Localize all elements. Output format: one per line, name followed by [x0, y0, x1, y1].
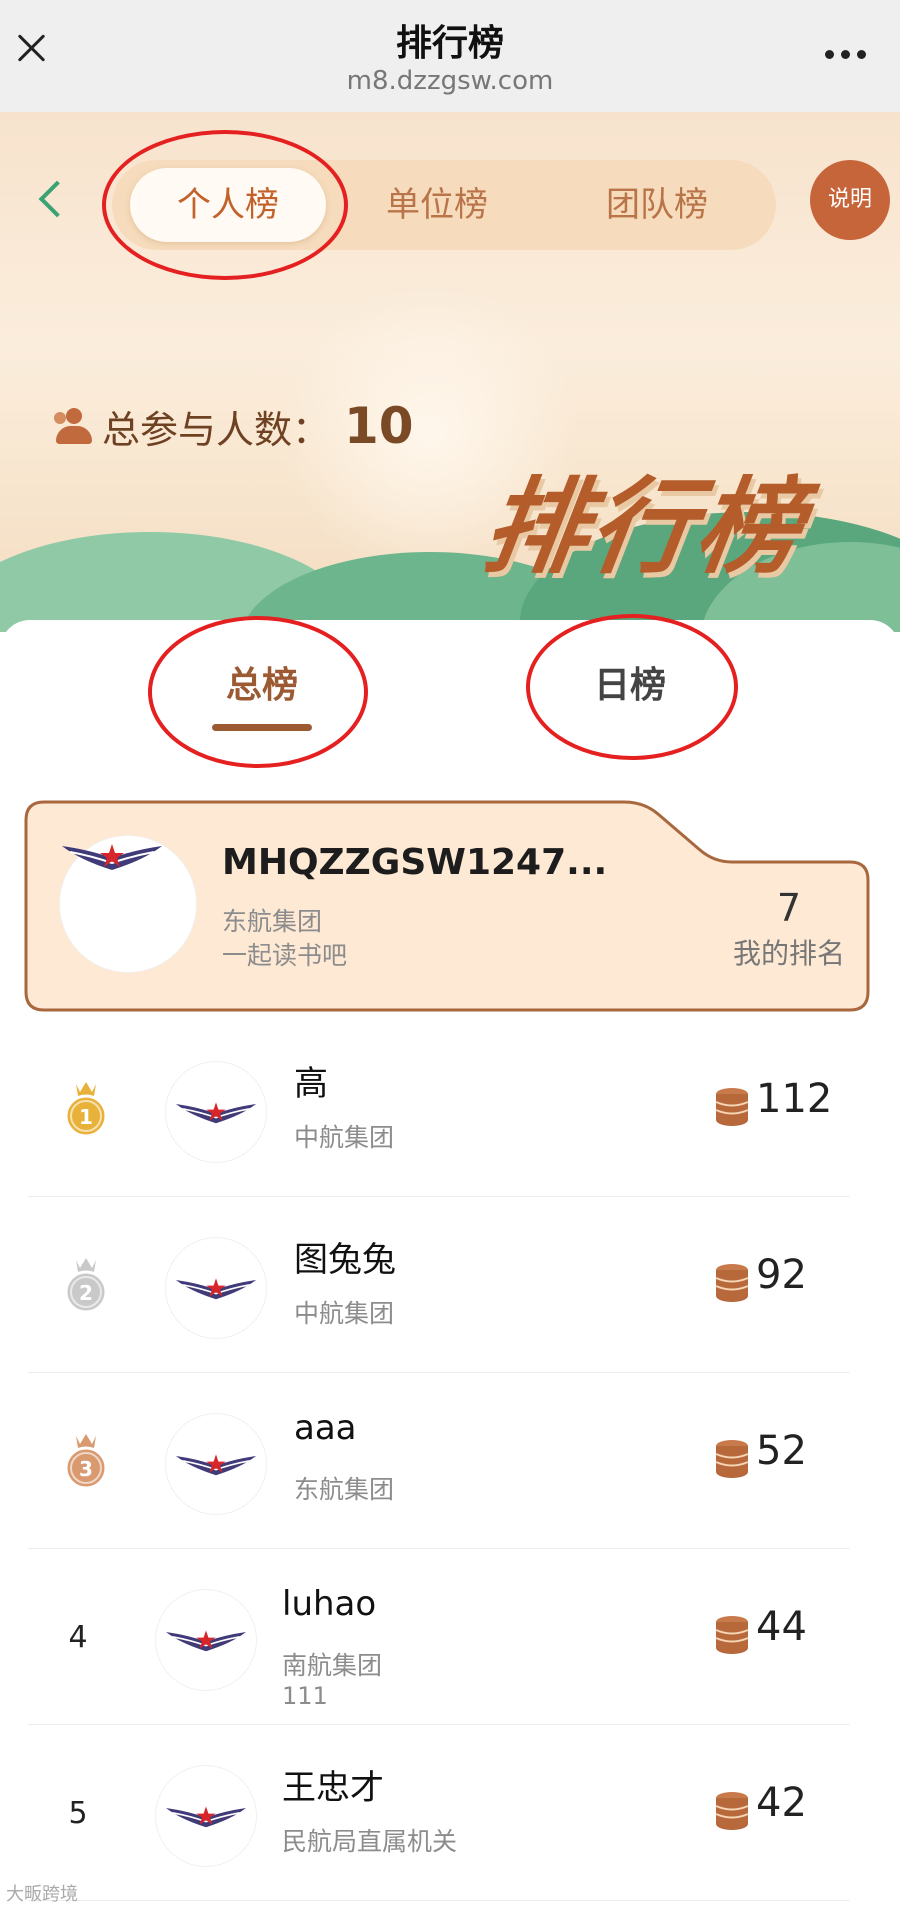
- silver-medal-icon: 2: [64, 1258, 108, 1314]
- airline-wings-logo: [62, 844, 162, 870]
- user-org: 东航集团: [294, 1475, 395, 1504]
- user-name: aaa: [294, 1408, 357, 1448]
- avatar: [156, 1766, 256, 1866]
- user-name: 高: [294, 1064, 328, 1104]
- table-row[interactable]: 5 王忠才民航局直属机关 42: [28, 1724, 850, 1901]
- user-org: 民航局直属机关: [282, 1827, 458, 1856]
- page-url: m8.dzzgsw.com: [346, 66, 554, 96]
- segment-unit[interactable]: 单位榜: [342, 168, 532, 242]
- svg-text:2: 2: [79, 1281, 93, 1305]
- leaderboard-panel: 总榜 日榜 MHQZZGSW1247... 东航集团 一起读书吧 7 我的排名 …: [0, 614, 900, 1912]
- user-name: 图兔兔: [294, 1240, 396, 1280]
- my-motto: 一起读书吧: [222, 941, 348, 970]
- score: 42: [756, 1780, 807, 1826]
- table-row[interactable]: 3 aaa 东航集团 52: [28, 1372, 850, 1549]
- people-icon: [52, 406, 92, 446]
- bronze-medal-icon: 3: [64, 1434, 108, 1490]
- user-org: 中航集团: [294, 1299, 395, 1328]
- annotation-circle-daily: [526, 614, 738, 760]
- svg-text:1: 1: [79, 1105, 93, 1129]
- gold-medal-icon: 1: [64, 1082, 108, 1138]
- rank-number: 4: [68, 1620, 88, 1655]
- score: 44: [756, 1604, 807, 1650]
- banner-title: 排行榜: [476, 466, 812, 588]
- airline-wings-logo: [166, 1806, 246, 1828]
- annotation-circle-personal: [102, 130, 348, 280]
- table-row[interactable]: 2 图兔兔中航集团 92: [28, 1196, 850, 1373]
- my-rank-card: MHQZZGSW1247... 东航集团 一起读书吧 7 我的排名: [24, 800, 870, 1012]
- more-icon[interactable]: [825, 50, 866, 59]
- my-rank-label: 我的排名: [732, 937, 845, 970]
- avatar: [166, 1414, 266, 1514]
- coin-stack-icon: [715, 1616, 749, 1654]
- avatar: [156, 1590, 256, 1690]
- annotation-circle-overall: [148, 616, 368, 768]
- user-extra: 111: [282, 1682, 328, 1710]
- user-name: 王忠才: [282, 1768, 384, 1808]
- coin-stack-icon: [715, 1088, 749, 1126]
- table-row[interactable]: 1 高中航集团 112: [28, 1020, 850, 1197]
- page-title: 排行榜: [395, 23, 504, 64]
- my-avatar: [60, 836, 196, 972]
- airline-wings-logo: [176, 1102, 256, 1124]
- user-org: 中航集团: [294, 1123, 395, 1152]
- score: 92: [756, 1252, 807, 1298]
- score: 112: [756, 1076, 833, 1122]
- my-name: MHQZZGSW1247...: [222, 842, 608, 883]
- participants-number: 10: [344, 397, 414, 455]
- my-rank-value: 7: [776, 886, 802, 930]
- score: 52: [756, 1428, 807, 1474]
- avatar: [166, 1062, 266, 1162]
- airline-wings-logo: [166, 1630, 246, 1652]
- coin-stack-icon: [715, 1792, 749, 1830]
- user-org: 南航集团: [282, 1651, 383, 1680]
- coin-stack-icon: [715, 1440, 749, 1478]
- user-name: luhao: [282, 1584, 377, 1624]
- watermark: 大畈跨境: [6, 1884, 78, 1905]
- participants-label: 总参与人数：: [102, 407, 331, 452]
- rank-number: 5: [68, 1796, 88, 1831]
- browser-top-bar: 排行榜 m8.dzzgsw.com: [0, 0, 900, 112]
- back-chevron-icon[interactable]: [38, 180, 76, 218]
- avatar: [166, 1238, 266, 1338]
- help-button[interactable]: 说明: [810, 160, 890, 240]
- airline-wings-logo: [176, 1454, 256, 1476]
- my-org: 东航集团: [222, 907, 323, 936]
- airline-wings-logo: [176, 1278, 256, 1300]
- hero-banner: 个人榜 单位榜 团队榜 说明 总参与人数： 10 排行榜: [0, 112, 900, 632]
- participants-count: 总参与人数： 10: [52, 394, 414, 458]
- svg-text:3: 3: [79, 1457, 93, 1481]
- table-row[interactable]: 4 luhao 南航集团 111 44: [28, 1548, 850, 1725]
- segment-team[interactable]: 团队榜: [562, 168, 752, 242]
- coin-stack-icon: [715, 1264, 749, 1302]
